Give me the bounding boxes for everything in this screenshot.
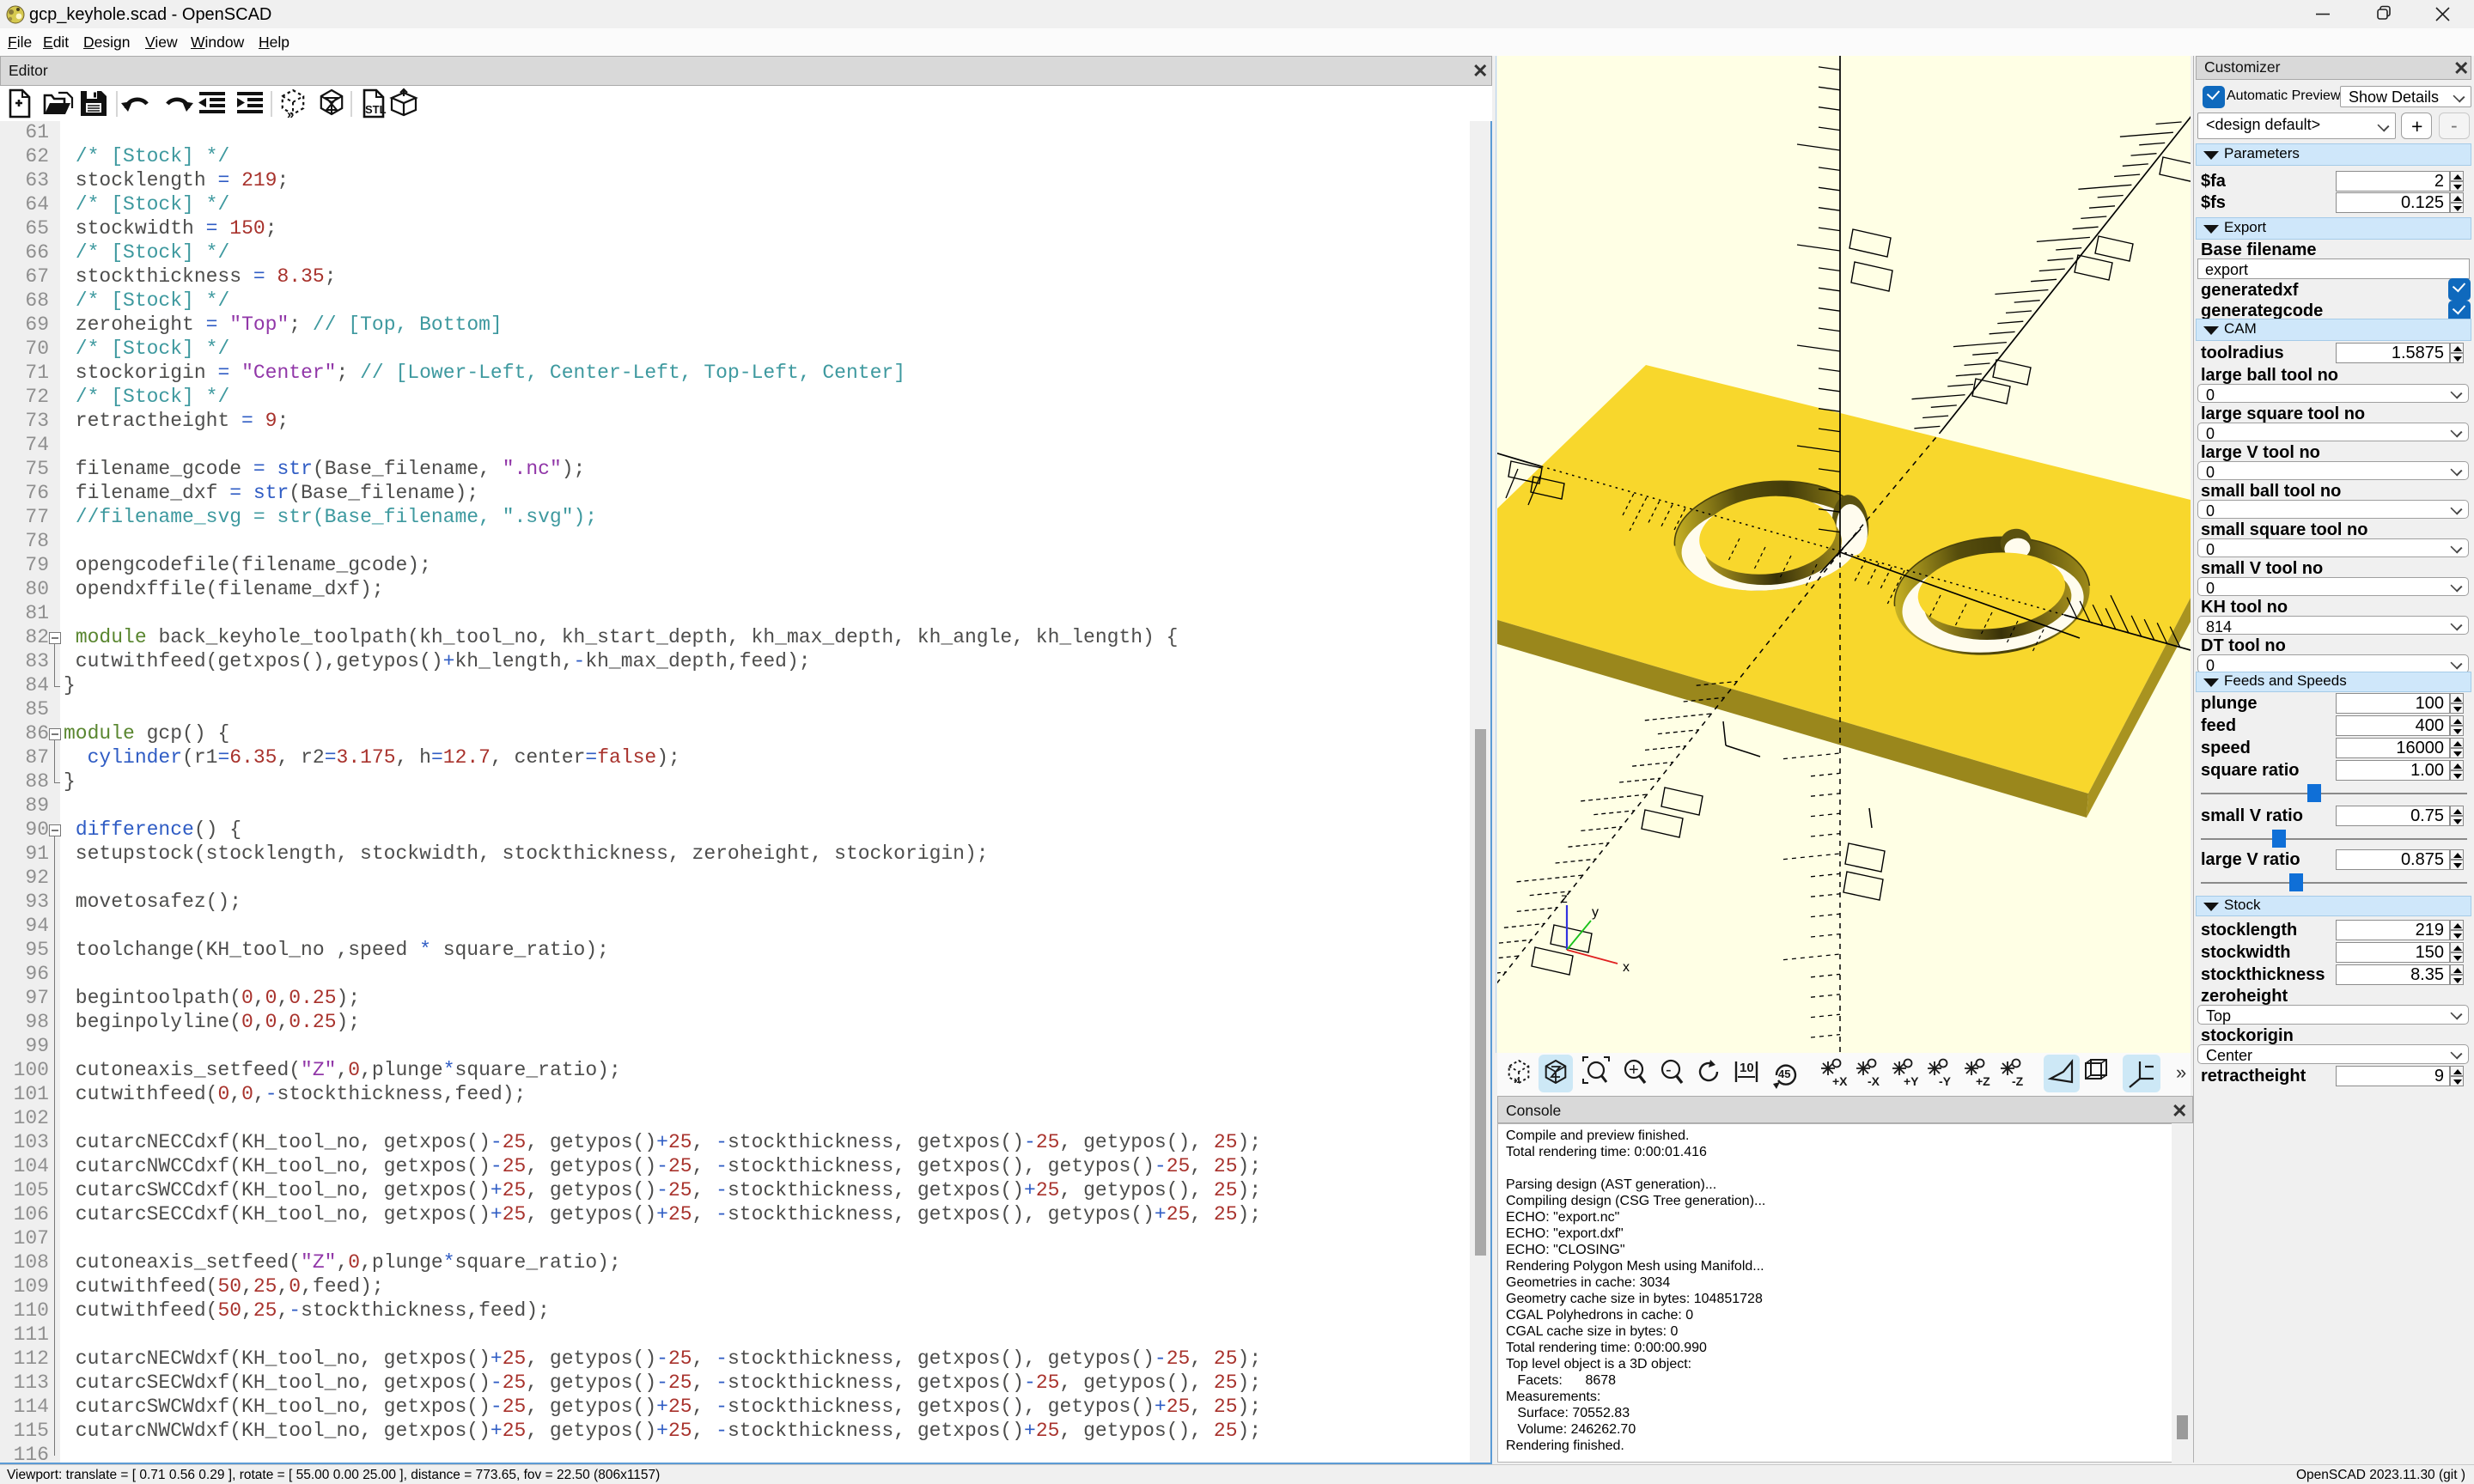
svg-text:+Y: +Y (1904, 1074, 1919, 1088)
svg-text:z: z (1561, 891, 1568, 906)
svg-text:+Z: +Z (1976, 1074, 1990, 1088)
svg-text:»: » (2176, 1061, 2186, 1083)
svg-text:10: 10 (1740, 1061, 1754, 1075)
svg-text:x: x (1623, 960, 1630, 975)
svg-text:y: y (1592, 905, 1599, 920)
svg-text:+: + (1629, 1061, 1639, 1080)
svg-text:-Y: -Y (1939, 1074, 1952, 1088)
svg-text:STL: STL (365, 103, 387, 116)
svg-text:»: » (1514, 1073, 1520, 1086)
svg-text:+X: +X (1832, 1074, 1848, 1088)
svg-text:-X: -X (1868, 1074, 1880, 1088)
svg-text:-Z: -Z (2012, 1074, 2024, 1088)
svg-text:-: - (1666, 1061, 1672, 1080)
svg-text:45: 45 (1778, 1067, 1790, 1080)
svg-text:»: » (287, 107, 294, 121)
